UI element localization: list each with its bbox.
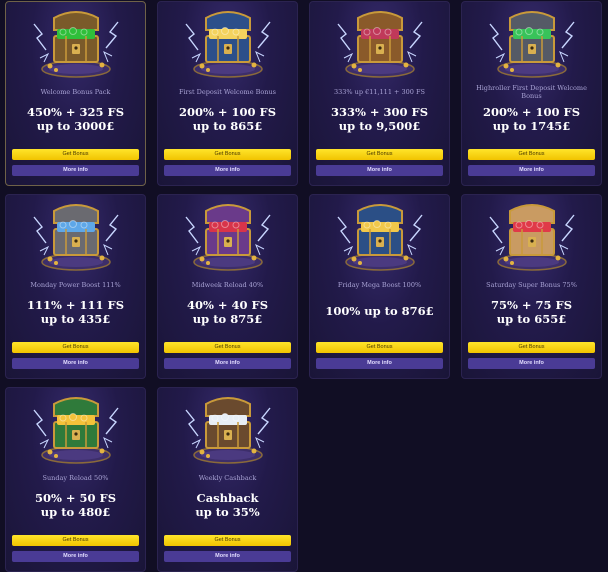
bonus-card: Weekly Cashback Cashback up to 35% Get Bo… [157,387,298,572]
blue-gem-treasure-chest-icon [33,204,119,271]
offer-line-2: up to 9,500£ [338,118,421,133]
more-info-button[interactable]: More info [316,358,443,369]
more-info-button[interactable]: More info [316,165,443,176]
green-treasure-chest-icon [33,11,119,78]
chest-illustration [6,2,145,82]
offer-line-2: up to 875£ [192,311,263,326]
offer-line-2: up to 35% [195,504,260,519]
bonus-offer: 111% + 111 FS up to 435£ [10,298,141,326]
silver-treasure-chest-icon [489,11,575,78]
get-bonus-button[interactable]: Get Bonus [468,342,595,353]
bonus-offer: 200% + 100 FS up to 1745£ [466,105,597,133]
bonus-name: Weekly Cashback [198,474,257,482]
offer-line-2: up to 3000£ [36,118,115,133]
bonus-name: Monday Power Boost 111% [30,281,121,289]
chest-illustration [6,195,145,275]
bonus-offer: 333% + 300 FS up to 9,500£ [314,105,445,133]
bonus-offer: 75% + 75 FS up to 655£ [466,298,597,326]
diamond-treasure-chest-icon [185,397,271,464]
bonus-grid: Welcome Bonus Pack 450% + 325 FS up to 30… [5,1,602,572]
blue-gold-treasure-chest-icon [185,11,271,78]
bonus-name: Sunday Reload 50% [42,474,109,482]
bonus-offer: 100% up to 876£ [314,304,445,319]
get-bonus-button[interactable]: Get Bonus [12,149,139,160]
bonus-card: Saturday Super Bonus 75% 75% + 75 FS up t… [461,194,602,379]
bonus-offer: Cashback up to 35% [162,491,293,519]
bonus-name: Friday Mega Boost 100% [337,281,422,289]
get-bonus-button[interactable]: Get Bonus [164,535,291,546]
bonus-card: 333% up €11,111 + 300 FS 333% + 300 FS up… [309,1,450,186]
offer-line-1: Cashback [196,491,259,505]
offer-line-1: 200% + 100 FS [178,105,277,119]
get-bonus-button[interactable]: Get Bonus [12,535,139,546]
more-info-button[interactable]: More info [12,165,139,176]
chest-illustration [462,2,601,82]
gold-blue-treasure-chest-icon [337,204,423,271]
offer-line-1: 200% + 100 FS [482,105,581,119]
bonus-card: Highroller First Deposit Welcome Bonus 2… [461,1,602,186]
chest-illustration [310,2,449,82]
offer-line-1: 111% + 111 FS [26,298,125,312]
more-info-button[interactable]: More info [468,165,595,176]
offer-line-1: 75% + 75 FS [490,298,573,312]
bonus-card: Midweek Reload 40% 40% + 40 FS up to 875£… [157,194,298,379]
chest-illustration [158,2,297,82]
get-bonus-button[interactable]: Get Bonus [468,149,595,160]
green-gold-treasure-chest-icon [33,397,119,464]
bonus-offer: 450% + 325 FS up to 3000£ [10,105,141,133]
bonus-card: Friday Mega Boost 100% 100% up to 876£ G… [309,194,450,379]
chest-illustration [310,195,449,275]
offer-line-1: 333% + 300 FS [330,105,429,119]
chest-illustration [462,195,601,275]
offer-line-2: up to 435£ [40,311,111,326]
more-info-button[interactable]: More info [12,358,139,369]
get-bonus-button[interactable]: Get Bonus [316,342,443,353]
offer-line-1: 40% + 40 FS [186,298,269,312]
purple-treasure-chest-icon [337,11,423,78]
bonus-name: 333% up €11,111 + 300 FS [334,88,425,96]
chest-illustration [6,388,145,468]
offer-line-2: up to 655£ [496,311,567,326]
bonus-card: Welcome Bonus Pack 450% + 325 FS up to 30… [5,1,146,186]
get-bonus-button[interactable]: Get Bonus [12,342,139,353]
bonus-card: Monday Power Boost 111% 111% + 111 FS up … [5,194,146,379]
more-info-button[interactable]: More info [164,551,291,562]
get-bonus-button[interactable]: Get Bonus [164,342,291,353]
more-info-button[interactable]: More info [12,551,139,562]
bonus-name: Saturday Super Bonus 75% [486,281,577,289]
bonus-name: First Deposit Welcome Bonus [178,88,277,96]
bonus-name: Highroller First Deposit Welcome Bonus [476,84,587,100]
offer-line-2: up to 1745£ [492,118,571,133]
more-info-button[interactable]: More info [164,358,291,369]
bonus-name: Welcome Bonus Pack [40,88,111,96]
offer-line-1: 50% + 50 FS [34,491,117,505]
offer-line-1: 450% + 325 FS [26,105,125,119]
bonus-card: Sunday Reload 50% 50% + 50 FS up to 480£ … [5,387,146,572]
bonus-offer: 200% + 100 FS up to 865£ [162,105,293,133]
chest-illustration [158,388,297,468]
more-info-button[interactable]: More info [164,165,291,176]
more-info-button[interactable]: More info [468,358,595,369]
ruby-treasure-chest-icon [489,204,575,271]
get-bonus-button[interactable]: Get Bonus [164,149,291,160]
bonus-offer: 40% + 40 FS up to 875£ [162,298,293,326]
offer-line-2: up to 865£ [192,118,263,133]
offer-line-1: 100% up to 876£ [325,304,434,318]
bonus-offer: 50% + 50 FS up to 480£ [10,491,141,519]
offer-line-2: up to 480£ [40,504,111,519]
get-bonus-button[interactable]: Get Bonus [316,149,443,160]
bonus-name: Midweek Reload 40% [191,281,264,289]
red-gem-treasure-chest-icon [185,204,271,271]
chest-illustration [158,195,297,275]
bonus-card: First Deposit Welcome Bonus 200% + 100 F… [157,1,298,186]
